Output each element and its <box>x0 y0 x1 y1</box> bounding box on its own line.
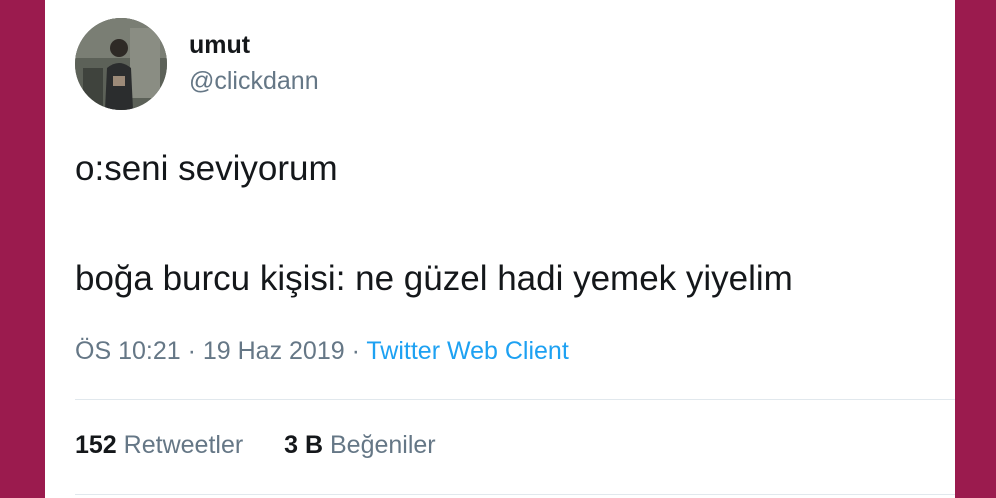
user-display-name[interactable]: umut <box>189 31 250 60</box>
meta-separator: · <box>180 337 203 365</box>
divider <box>75 399 955 400</box>
tweet-text-line: o:seni seviyorum <box>75 149 338 188</box>
likes-stat[interactable]: 3 B Beğeniler <box>284 431 436 460</box>
tweet-time[interactable]: ÖS 10:21 <box>75 337 181 365</box>
tweet-date[interactable]: 19 Haz 2019 <box>203 337 345 365</box>
likes-label: Beğeniler <box>329 431 436 459</box>
user-handle[interactable]: @clickdann <box>189 67 319 96</box>
tweet-meta: ÖS 10:21 · 19 Haz 2019 · Twitter Web Cli… <box>75 337 569 366</box>
retweets-count: 152 <box>75 431 117 459</box>
tweet-stats: 152 Retweetler 3 B Beğeniler <box>75 431 470 460</box>
avatar-photo-icon <box>75 18 167 110</box>
likes-count: 3 B <box>284 431 324 459</box>
avatar[interactable] <box>75 18 167 110</box>
retweets-stat[interactable]: 152 Retweetler <box>75 431 243 460</box>
tweet-text-line: boğa burcu kişisi: ne güzel hadi yemek y… <box>75 259 793 298</box>
tweet-card: umut @clickdann o:seni seviyorum boğa bu… <box>45 0 955 498</box>
retweets-label: Retweetler <box>123 431 244 459</box>
divider <box>75 494 955 495</box>
meta-separator: · <box>344 337 367 365</box>
tweet-source-link[interactable]: Twitter Web Client <box>366 337 568 365</box>
